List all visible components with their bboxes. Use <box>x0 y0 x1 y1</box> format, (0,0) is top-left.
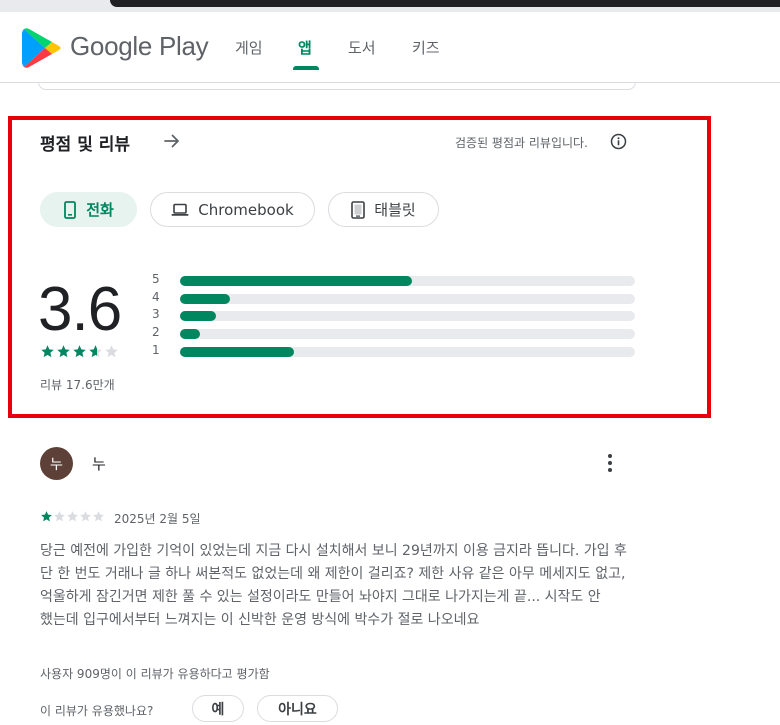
tablet-icon <box>351 200 366 219</box>
star-icon <box>57 345 70 358</box>
arrow-right-icon[interactable] <box>162 131 182 151</box>
nav-active-indicator <box>293 66 319 70</box>
rating-bar-track <box>180 329 635 339</box>
rating-bar-label: 3 <box>152 307 160 321</box>
star-icon <box>41 511 52 522</box>
star-icon <box>89 345 102 358</box>
rating-bar-track <box>180 276 635 286</box>
rating-bar-fill <box>180 276 413 286</box>
rating-bar-3: 3 <box>152 307 636 322</box>
phone-icon <box>64 200 77 219</box>
rating-bar-label: 4 <box>152 290 160 304</box>
more-vert-icon[interactable] <box>600 452 620 474</box>
device-tab-label: Chromebook <box>198 200 294 219</box>
rating-bar-fill <box>180 311 217 321</box>
rating-bar-4: 4 <box>152 290 636 305</box>
previous-card-edge <box>38 82 636 90</box>
star-icon <box>105 345 118 358</box>
star-icon <box>73 345 86 358</box>
rating-bar-track <box>180 311 635 321</box>
reviewer-avatar: 누 <box>40 447 73 480</box>
device-tab-phone[interactable]: 전화 <box>40 192 137 227</box>
device-tab-tablet[interactable]: 태블릿 <box>328 192 439 227</box>
helpful-count: 사용자 909명이 이 리뷰가 유용하다고 평가함 <box>40 667 270 681</box>
nav-apps[interactable]: 앱 <box>298 37 312 58</box>
rating-bar-5: 5 <box>152 272 636 287</box>
review-count: 리뷰 17.6만개 <box>40 378 115 392</box>
verified-ratings-text: 검증된 평점과 리뷰입니다. <box>455 136 588 150</box>
rating-bar-2: 2 <box>152 325 636 340</box>
highlight-box <box>8 116 711 418</box>
helpful-no-button[interactable]: 아니요 <box>257 695 338 722</box>
helpful-question: 이 리뷰가 유용했나요? <box>40 704 154 718</box>
nav-games[interactable]: 게임 <box>235 37 263 58</box>
star-icon <box>54 511 65 522</box>
rating-bar-label: 5 <box>152 272 160 286</box>
rating-bar-label: 1 <box>152 343 160 357</box>
star-icon <box>80 511 91 522</box>
rating-bar-fill <box>180 347 294 357</box>
review-stars <box>40 510 105 523</box>
average-rating-score: 3.6 <box>38 275 122 344</box>
device-tab-chromebook[interactable]: Chromebook <box>150 192 315 227</box>
google-play-logo-icon[interactable] <box>22 27 62 69</box>
review-text: 당근 예전에 가입한 기억이 있었는데 지금 다시 설치해서 보니 29년까지 … <box>40 543 627 628</box>
rating-bar-label: 2 <box>152 325 160 339</box>
browser-toolbar-edge <box>110 0 780 7</box>
rating-bar-fill <box>180 329 201 339</box>
rating-bar-fill <box>180 294 231 304</box>
helpful-yes-button[interactable]: 예 <box>192 695 244 722</box>
device-tab-label: 전화 <box>86 201 114 219</box>
google-play-wordmark[interactable]: Google Play <box>70 31 209 62</box>
ratings-section-title[interactable]: 평점 및 리뷰 <box>40 130 130 155</box>
reviewer-name: 누 <box>92 455 106 473</box>
star-icon <box>41 345 54 358</box>
device-tab-label: 태블릿 <box>374 201 416 219</box>
nav-kids[interactable]: 키즈 <box>412 37 440 58</box>
info-icon[interactable] <box>610 133 627 150</box>
rating-bar-track <box>180 294 635 304</box>
nav-books[interactable]: 도서 <box>348 37 376 58</box>
average-rating-stars <box>40 344 119 359</box>
rating-bar-1: 1 <box>152 343 636 358</box>
laptop-icon <box>171 203 189 216</box>
rating-bar-track <box>180 347 635 357</box>
play-header: Google Play 게임 앱 도서 키즈 <box>0 12 780 83</box>
star-icon <box>93 511 104 522</box>
review-date: 2025년 2월 5일 <box>114 512 201 526</box>
star-icon <box>67 511 78 522</box>
